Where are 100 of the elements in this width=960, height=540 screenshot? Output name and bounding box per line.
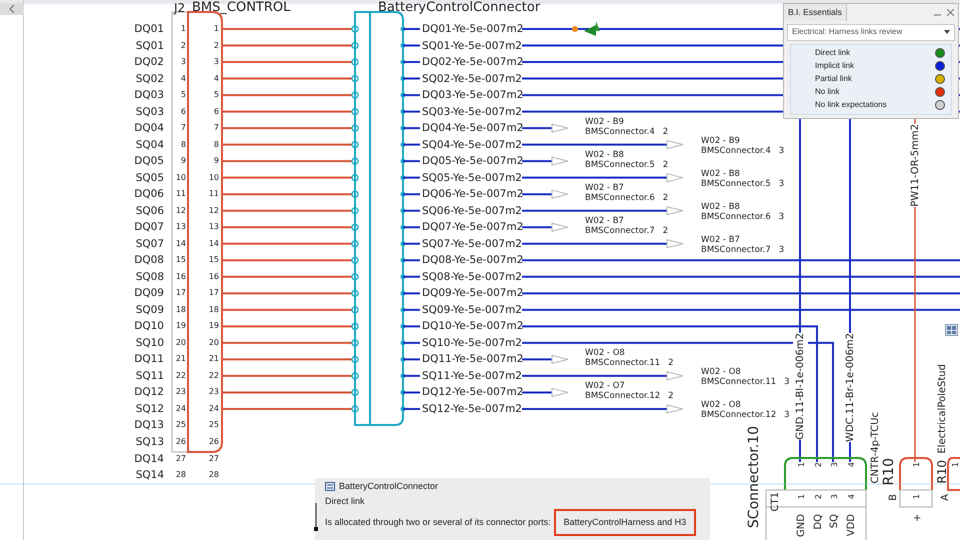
wire-label: DQ07-Ye-5e-007m2 (422, 221, 524, 234)
pin-number: 15 (174, 255, 186, 266)
pin-number: 22 (208, 370, 219, 381)
pin-number: 23 (174, 387, 186, 398)
pin-number: 5 (212, 90, 219, 100)
wire-label: DQ05-Ye-5e-007m2 (422, 155, 524, 168)
off-page-reference: W02 - B8 BMSConnector.5 3 (701, 168, 784, 189)
pin-number: 4 (846, 494, 858, 500)
pin-number: 2 (812, 494, 824, 500)
port-icon (400, 43, 406, 48)
signal-label: SQ06 (134, 204, 164, 217)
junction-dot (572, 26, 578, 32)
pin-number: 4 (212, 74, 219, 84)
port-icon (400, 274, 406, 280)
wire-label: DQ03-Ye-5e-007m2 (422, 89, 524, 102)
wire-stub (403, 391, 420, 394)
off-page-reference: W02 - O8 BMSConnector.11 2 (585, 348, 674, 368)
wire-stub (403, 78, 420, 80)
wire-label: SQ11-Ye-5e-007m2 (422, 370, 522, 382)
pin-number: 20 (174, 338, 186, 348)
pin-number: 4 (846, 462, 858, 468)
port-icon (400, 324, 406, 329)
pin-number: 17 (174, 288, 186, 298)
legend-label: Implicit link (815, 60, 854, 72)
port-icon (400, 126, 406, 131)
port-icon (351, 356, 359, 364)
wire-label: DQ11-Ye-5e-007m2 (422, 353, 524, 366)
pin-number: 3 (180, 57, 186, 68)
wire-label: DQ08-Ye-5e-007m2 (422, 254, 524, 266)
dropdown-icon (944, 30, 950, 34)
pin-number: 9 (212, 156, 219, 166)
wire-stub (403, 325, 420, 328)
pin-number: 23 (208, 387, 219, 398)
tooltip-description: Is allocated through two or several of its connector ports: (325, 516, 551, 529)
signal-label: SQ11 (134, 370, 164, 382)
off-page-reference: W02 - B8 BMSConnector.5 2 (585, 150, 668, 170)
port-icon (400, 92, 406, 98)
pin-number: 1 (180, 24, 186, 34)
port-icon (351, 42, 359, 50)
pin-number: 5 (180, 90, 186, 100)
off-page-arrow (522, 354, 568, 364)
connector-ref: CT1 (769, 492, 782, 512)
signal-label: DQ01 (133, 23, 164, 35)
wire-stub (403, 374, 420, 377)
port-icon (400, 142, 406, 148)
signal-label: SQ (828, 514, 842, 528)
wire-stub (403, 210, 420, 212)
wire-stub (403, 44, 420, 47)
pin-number: 25 (174, 420, 186, 430)
wire-label: DQ12-Ye-5e-007m2 (422, 386, 524, 398)
wire-stub (403, 144, 420, 146)
link-status: Direct link (325, 494, 366, 508)
legend-label: No link (815, 86, 840, 98)
port-icon (351, 140, 359, 148)
port-icon (351, 91, 359, 99)
off-page-reference: W02 - B9 BMSConnector.4 2 (585, 117, 668, 138)
signal-label: SQ10 (134, 336, 164, 349)
pin-number: 20 (208, 338, 219, 348)
signal-label: SQ14 (134, 469, 164, 482)
review-dropdown[interactable]: Electrical: Harness links review (787, 24, 955, 41)
wire-label: SQ12-Ye-5e-007m2 (422, 402, 522, 415)
wire-label: DQ06-Ye-5e-007m2 (422, 188, 524, 200)
port-icon (351, 339, 359, 347)
port-icon (400, 258, 406, 263)
pin-number: 11 (174, 189, 186, 200)
off-page-reference: W02 - B7 BMSConnector.7 3 (701, 234, 784, 255)
pin-number: 6 (180, 106, 186, 117)
close-icon[interactable] (947, 8, 954, 16)
pin-number: 28 (208, 470, 219, 480)
highlighted-text: BatteryControlHarness and H3 (554, 509, 696, 536)
port-icon (400, 290, 406, 296)
port-icon (400, 175, 406, 180)
port-icon (400, 406, 406, 412)
off-page-reference: W02 - O8 BMSConnector.11 3 (701, 366, 790, 387)
collapse-icon[interactable] (0, 3, 24, 15)
connector-title: BMS_CONTROL (192, 1, 290, 14)
off-page-arrow (522, 156, 568, 166)
wire-stub (403, 342, 420, 344)
wire-stub (403, 110, 420, 113)
signal-label: DQ07 (133, 221, 164, 234)
signal-label: SQ12 (134, 402, 164, 415)
signal-label: SQ08 (134, 270, 164, 283)
off-page-reference: W02 - B7 BMSConnector.7 2 (585, 216, 668, 236)
port-icon (351, 108, 359, 116)
signal-label: DQ06 (133, 188, 164, 200)
wire-stub (403, 358, 420, 360)
port-icon (351, 306, 359, 314)
wire-label: DQ09-Ye-5e-007m2 (422, 287, 524, 300)
wire-stub (403, 259, 420, 262)
pin-number: 13 (174, 222, 186, 232)
port-icon (351, 74, 359, 82)
signal-label: SQ02 (134, 72, 164, 85)
port-icon (400, 241, 406, 246)
panel-tab[interactable]: B.I. Essentials (784, 4, 847, 21)
port-icon (351, 405, 359, 413)
port-icon (351, 158, 359, 165)
signal-label: GND (795, 514, 808, 537)
wire-stub (403, 28, 420, 30)
port-icon (351, 256, 359, 264)
signal-label: SQ07 (134, 238, 164, 250)
